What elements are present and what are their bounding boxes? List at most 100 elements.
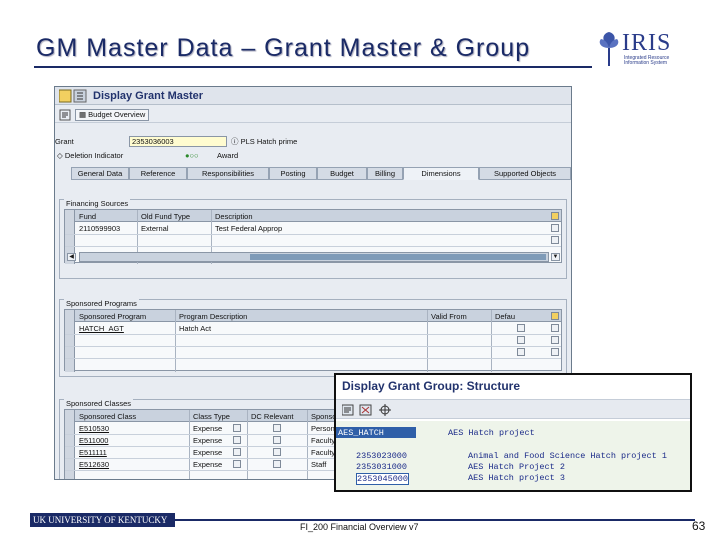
col-fund: Fund <box>79 212 97 221</box>
tree-child-code-selected[interactable]: 2353045000 <box>356 473 410 485</box>
tree-child-desc: AES Hatch project 3 <box>468 473 565 483</box>
row-checkbox[interactable] <box>551 236 559 244</box>
title-divider <box>34 66 592 68</box>
row-checkbox[interactable] <box>551 224 559 232</box>
scrollbar-thumb[interactable] <box>250 254 546 260</box>
diamond-icon: ◇ <box>57 151 65 160</box>
tree-child-desc: AES Hatch Project 2 <box>468 462 565 472</box>
grant-tabs: General Data Reference Responsibilities … <box>71 167 571 180</box>
col-sponsor: Sponso <box>311 412 337 421</box>
status-lights: ●○○ <box>185 151 199 161</box>
tab-responsibilities[interactable]: Responsibilities <box>187 167 269 180</box>
sponsored-programs-table: Sponsored Program Program Description Va… <box>64 309 562 372</box>
col-sponsored-class: Sponsored Class <box>79 412 137 421</box>
col-sponsored-program: Sponsored Program <box>79 312 147 321</box>
col-default: Defau <box>495 312 516 321</box>
tree-root-code[interactable]: AES_HATCH <box>338 428 384 438</box>
program-code-cell[interactable]: HATCH_AGT <box>79 323 124 334</box>
class-type-cell: Expense <box>193 448 223 457</box>
class-code-cell[interactable]: E510530 <box>79 423 109 434</box>
class-type-cell: Expense <box>193 460 223 469</box>
scroll-down-icon[interactable]: ▼ <box>551 253 560 261</box>
col-description: Description <box>215 212 253 221</box>
tab-posting[interactable]: Posting <box>269 167 317 180</box>
grant-input[interactable]: 2353036003 <box>129 136 227 147</box>
table-settings-icon[interactable] <box>551 212 559 220</box>
budget-icon: ▦ <box>79 110 89 119</box>
class-code-cell[interactable]: E512630 <box>79 459 109 470</box>
financing-sources-label: Financing Sources <box>64 199 131 208</box>
tree-root-desc: AES Hatch project <box>448 428 535 438</box>
budget-overview-button[interactable]: ▦ Budget Overview <box>75 109 150 121</box>
financing-fund-cell[interactable]: 2110599903 <box>79 223 120 234</box>
tree-child-code[interactable]: 2353031000 <box>356 462 407 472</box>
row-selector-column[interactable] <box>65 310 75 372</box>
dc-relevant-checkbox[interactable] <box>273 436 281 444</box>
tab-dimensions[interactable]: Dimensions <box>403 167 479 180</box>
row-checkbox[interactable] <box>551 336 559 344</box>
dropdown-icon[interactable] <box>233 460 241 468</box>
class-sponsor-cell: Faculty <box>311 436 336 445</box>
sap-title-bar: Display Grant Master <box>55 87 571 105</box>
default-checkbox[interactable] <box>517 336 525 344</box>
dropdown-icon[interactable] <box>233 448 241 456</box>
dropdown-icon[interactable] <box>233 436 241 444</box>
sap-window-title: Display Grant Master <box>93 90 204 102</box>
col-valid-from: Valid From <box>431 312 467 321</box>
class-sponsor-cell: Person <box>311 424 335 433</box>
grant-label: Grant <box>55 137 74 146</box>
dc-relevant-checkbox[interactable] <box>273 448 281 456</box>
iris-flower-icon <box>599 32 619 66</box>
tree-child-code[interactable]: 2353023000 <box>356 451 407 461</box>
sap-menu-icon[interactable] <box>59 89 89 103</box>
tab-supported-objects[interactable]: Supported Objects <box>479 167 571 180</box>
logo-text: IRIS <box>622 30 672 56</box>
col-dc-relevant: DC Relevant <box>251 412 294 421</box>
col-class-type: Class Type <box>193 412 230 421</box>
tab-budget[interactable]: Budget <box>317 167 367 180</box>
grant-group-structure-window: Display Grant Group: Structure AES_HATCH… <box>334 373 692 492</box>
grant-group-tree: AES_HATCH AES Hatch project 2353023000 A… <box>336 421 690 490</box>
display-icon[interactable] <box>59 109 71 121</box>
dc-relevant-checkbox[interactable] <box>273 424 281 432</box>
footer-text: FI_200 Financial Overview v7 <box>300 522 419 532</box>
scroll-left-icon[interactable]: ◀ <box>67 253 76 261</box>
sponsored-classes-label: Sponsored Classes <box>64 399 134 408</box>
status-value: Award <box>217 151 239 160</box>
financing-desc-cell: Test Federal Approp <box>215 224 283 233</box>
financing-type-cell: External <box>141 224 169 233</box>
uk-logo: UK UNIVERSITY OF KENTUCKY <box>30 513 175 527</box>
class-type-cell: Expense <box>193 436 223 445</box>
grant-group-toolbar <box>336 399 690 419</box>
sponsored-programs-group: Sponsored Programs Sponsored Program Pro… <box>59 299 567 377</box>
col-program-description: Program Description <box>179 312 248 321</box>
logo-subtitle: Integrated Resource Information System <box>624 55 670 66</box>
row-checkbox[interactable] <box>551 348 559 356</box>
class-code-cell[interactable]: E511000 <box>79 435 108 446</box>
table-settings-icon[interactable] <box>551 312 559 320</box>
info-icon: ⓘ <box>231 137 241 146</box>
financing-sources-group: Financing Sources Fund Old Fund Type Des… <box>59 199 567 279</box>
program-desc-cell: Hatch Act <box>179 324 212 333</box>
slide-title: GM Master Data – Grant Master & Group <box>36 34 531 62</box>
dc-relevant-checkbox[interactable] <box>273 460 281 468</box>
tab-reference[interactable]: Reference <box>129 167 187 180</box>
default-checkbox[interactable] <box>517 348 525 356</box>
sponsored-programs-label: Sponsored Programs <box>64 299 139 308</box>
horizontal-scrollbar[interactable] <box>79 252 549 262</box>
tree-child-desc: Animal and Food Science Hatch project 1 <box>468 451 667 461</box>
dropdown-icon[interactable] <box>233 424 241 432</box>
class-sponsor-cell: Staff <box>311 460 327 469</box>
tab-general-data[interactable]: General Data <box>71 167 129 180</box>
grant-group-title: Display Grant Group: Structure <box>342 379 521 393</box>
class-sponsor-cell: Faculty <box>311 448 336 457</box>
toolbar-icons[interactable] <box>342 403 402 417</box>
class-code-cell[interactable]: E511111 <box>79 447 107 458</box>
page-number: 63 <box>692 519 706 533</box>
grant-description: ⓘ PLS Hatch prime <box>231 137 298 146</box>
iris-logo: IRIS Integrated Resource Information Sys… <box>598 30 678 70</box>
default-checkbox[interactable] <box>517 324 525 332</box>
row-checkbox[interactable] <box>551 324 559 332</box>
tab-billing[interactable]: Billing <box>367 167 403 180</box>
col-old-fund-type: Old Fund Type <box>141 212 191 221</box>
